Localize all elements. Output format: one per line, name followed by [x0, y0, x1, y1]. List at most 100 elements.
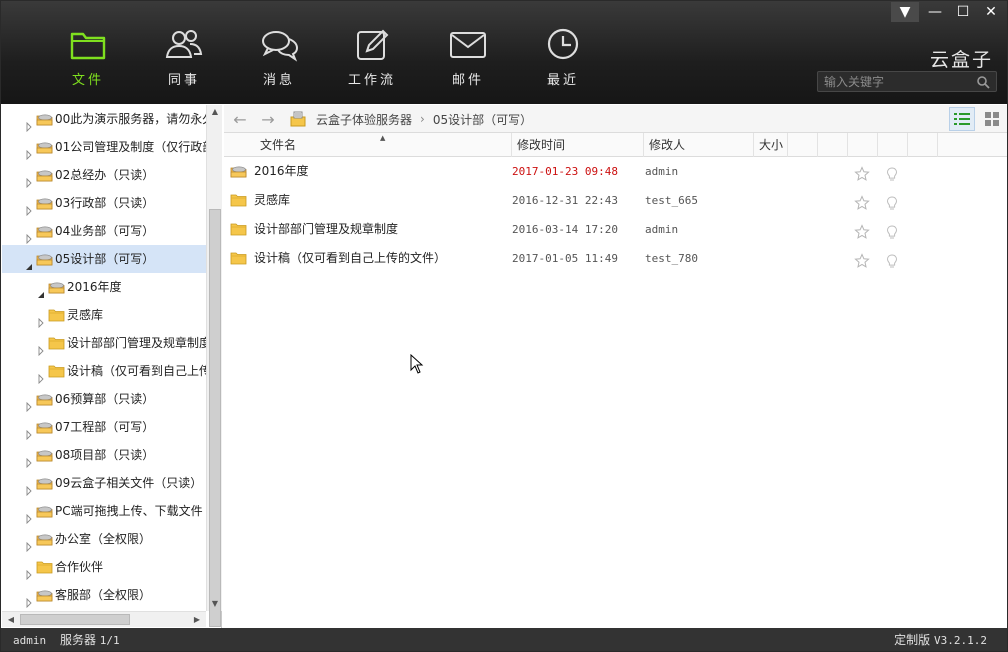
column-modifier[interactable]: 修改人 [644, 133, 754, 157]
breadcrumb-root[interactable]: 云盒子体验服务器 [316, 111, 412, 128]
tree-item-label: 办公室（全权限） [55, 532, 152, 546]
star-icon[interactable] [854, 222, 870, 239]
minimize-button[interactable]: — [921, 2, 949, 22]
list-view-button[interactable] [949, 107, 975, 131]
tree-item[interactable]: 2016年度 [2, 273, 206, 301]
grid-view-icon [985, 112, 999, 126]
clock-icon [547, 28, 579, 60]
tree-item[interactable]: 灵感库 [2, 301, 206, 329]
tree-expand-arrow-icon[interactable] [36, 366, 46, 385]
nav-colleagues[interactable]: 同事 [149, 27, 219, 89]
star-icon[interactable] [854, 251, 870, 268]
tree-item[interactable]: 设计稿（仅可看到自己上传的文件） [2, 357, 206, 385]
tree-expand-arrow-icon[interactable] [24, 534, 34, 553]
tree-expand-arrow-icon[interactable] [24, 422, 34, 441]
tree-item[interactable]: 07工程部（可写） [2, 413, 206, 441]
tree-expand-arrow-icon[interactable] [24, 170, 34, 189]
tree-expand-arrow-icon[interactable] [24, 562, 34, 581]
file-row[interactable]: 设计部部门管理及规章制度 2016-03-14 17:20 admin [224, 215, 1007, 244]
lightbulb-icon[interactable] [884, 193, 900, 210]
breadcrumb: 云盒子体验服务器 › 05设计部（可写） [290, 110, 532, 128]
status-server-count: 1/1 [99, 634, 120, 647]
shared-folder-icon [36, 254, 53, 266]
tree-expand-arrow-icon[interactable] [24, 198, 34, 217]
nav-messages[interactable]: 消息 [244, 27, 314, 89]
search-icon[interactable] [976, 75, 990, 89]
file-name: 2016年度 [254, 164, 309, 178]
file-row[interactable]: 设计稿（仅可看到自己上传的文件） 2017-01-05 11:49 test_780 [224, 244, 1007, 273]
tree-item[interactable]: 08项目部（只读） [2, 441, 206, 469]
tree-expand-arrow-icon[interactable] [24, 142, 34, 161]
maximize-button[interactable]: ☐ [949, 2, 977, 22]
file-name: 灵感库 [254, 193, 291, 207]
tree-item[interactable]: 05设计部（可写） [2, 245, 206, 273]
tree-item[interactable]: 09云盒子相关文件（只读） [2, 469, 206, 497]
tree-item-label: 06预算部（只读） [55, 392, 155, 406]
tree-item[interactable]: PC端可拖拽上传、下载文件 [2, 497, 206, 525]
file-row[interactable]: 灵感库 2016-12-31 22:43 test_665 [224, 186, 1007, 215]
close-button[interactable]: ✕ [977, 2, 1005, 22]
column-size[interactable]: 大小 [754, 133, 788, 157]
tree-expand-arrow-icon[interactable] [24, 394, 34, 413]
scroll-down-arrow-icon[interactable]: ▼ [207, 597, 223, 611]
dropdown-menu-button[interactable]: ▼ [891, 2, 919, 22]
file-row[interactable]: 2016年度 2017-01-23 09:48 admin [224, 157, 1007, 186]
scroll-left-arrow-icon[interactable]: ◀ [4, 612, 18, 628]
nav-workflow[interactable]: 工作流 [337, 27, 407, 89]
file-modified-time: 2016-12-31 22:43 [512, 194, 618, 207]
lightbulb-icon[interactable] [884, 251, 900, 268]
breadcrumb-current[interactable]: 05设计部（可写） [433, 111, 532, 128]
tree-expand-arrow-icon[interactable] [24, 450, 34, 469]
tree-expand-arrow-icon[interactable] [24, 590, 34, 609]
column-modified[interactable]: 修改时间 [512, 133, 644, 157]
star-icon[interactable] [854, 193, 870, 210]
scroll-up-arrow-icon[interactable]: ▲ [207, 105, 223, 119]
tree-vertical-scrollbar[interactable]: ▲ ▼ [206, 105, 223, 627]
lightbulb-icon[interactable] [884, 222, 900, 239]
tree-horizontal-scrollbar[interactable]: ◀ ▶ [2, 611, 206, 627]
tree-item[interactable]: 01公司管理及制度（仅行政部 [2, 133, 206, 161]
back-button[interactable]: ← [227, 107, 253, 131]
nav-files[interactable]: 文件 [53, 27, 123, 89]
tree-collapse-arrow-icon[interactable] [36, 282, 46, 298]
scroll-right-arrow-icon[interactable]: ▶ [190, 612, 204, 628]
tree-collapse-arrow-icon[interactable] [24, 254, 34, 270]
grid-view-button[interactable] [979, 107, 1005, 131]
tree-item-label: 2016年度 [67, 280, 122, 294]
folder-icon [70, 32, 106, 60]
tree-item[interactable]: 设计部部门管理及规章制度 [2, 329, 206, 357]
nav-mail[interactable]: 邮件 [433, 27, 503, 89]
sort-ascending-icon: ▲ [380, 134, 386, 142]
tree-item[interactable]: 02总经办（只读） [2, 161, 206, 189]
column-name[interactable]: 文件名 ▲ [224, 133, 512, 157]
search-box[interactable] [817, 71, 997, 92]
tree-item-label: 00此为演示服务器，请勿永久 [55, 112, 206, 126]
folder-icon [230, 194, 247, 207]
scroll-thumb[interactable] [209, 209, 221, 627]
folder-icon [48, 337, 65, 350]
column-blank-2 [818, 133, 848, 157]
tree-item[interactable]: 03行政部（只读） [2, 189, 206, 217]
tree-expand-arrow-icon[interactable] [24, 226, 34, 245]
scroll-thumb-horizontal[interactable] [20, 614, 130, 625]
tree-expand-arrow-icon[interactable] [24, 478, 34, 497]
search-input[interactable] [824, 74, 974, 89]
nav-recent[interactable]: 最近 [528, 27, 598, 89]
tree-expand-arrow-icon[interactable] [24, 506, 34, 525]
forward-button[interactable]: → [255, 107, 281, 131]
tree-item-label: 设计部部门管理及规章制度 [67, 336, 206, 350]
tree-expand-arrow-icon[interactable] [36, 338, 46, 357]
nav-mail-label: 邮件 [451, 73, 484, 88]
star-icon[interactable] [854, 164, 870, 181]
tree-expand-arrow-icon[interactable] [24, 114, 34, 133]
tree-item[interactable]: 04业务部（可写） [2, 217, 206, 245]
tree-expand-arrow-icon[interactable] [36, 310, 46, 329]
tree-item[interactable]: 客服部（全权限） [2, 581, 206, 609]
tree-item-label: 合作伙伴 [55, 560, 104, 574]
tree-item[interactable]: 合作伙伴 [2, 553, 206, 581]
tree-item[interactable]: 办公室（全权限） [2, 525, 206, 553]
folder-tree: 00此为演示服务器，请勿永久 01公司管理及制度（仅行政部 02总经办（只读） 03行… [2, 105, 206, 611]
tree-item[interactable]: 00此为演示服务器，请勿永久 [2, 105, 206, 133]
lightbulb-icon[interactable] [884, 164, 900, 181]
tree-item[interactable]: 06预算部（只读） [2, 385, 206, 413]
